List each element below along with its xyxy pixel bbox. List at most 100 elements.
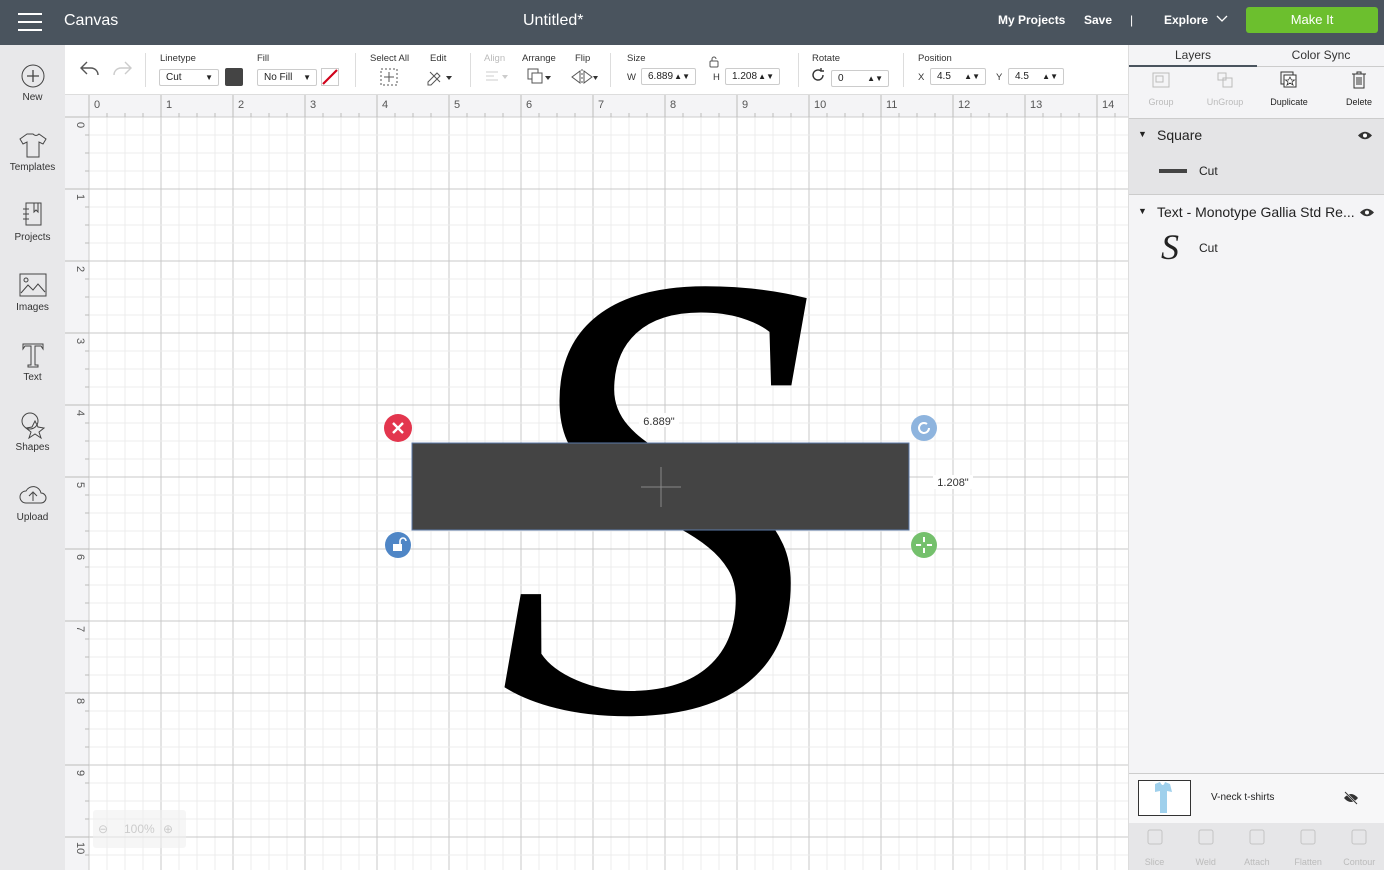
width-input[interactable]: 6.889 ▲▼ [641, 68, 696, 85]
zoom-out-button[interactable]: ⊖ [98, 810, 108, 848]
slice-icon [1147, 829, 1162, 845]
sidebar-item-shapes[interactable]: Shapes [0, 411, 65, 453]
align-label: Align [484, 53, 506, 64]
make-it-button[interactable]: Make It [1246, 7, 1378, 33]
select-all-label: Select All [370, 53, 410, 64]
sidebar-item-text[interactable]: Text [0, 341, 65, 383]
ungroup-button[interactable]: UnGroup [1193, 71, 1257, 107]
text-thumbnail: S [1161, 227, 1179, 267]
flip-icon[interactable] [570, 68, 598, 86]
contour-icon [1351, 829, 1367, 845]
rotate-input[interactable]: 0 ▲▼ [831, 70, 889, 87]
image-icon [19, 273, 46, 297]
zoom-level: 100% [124, 822, 155, 836]
weld-icon [1198, 829, 1214, 845]
eye-icon[interactable] [1359, 207, 1375, 218]
edit-tools-icon[interactable] [426, 68, 454, 86]
collapse-caret-icon[interactable]: ▼ [1138, 206, 1147, 216]
app-name: Canvas [64, 12, 119, 29]
layer-text[interactable]: ▼ Text - Monotype Gallia Std Re... S Cut [1129, 196, 1384, 276]
bottom-toolbar: Slice Weld Attach Flatten Contour [1129, 823, 1384, 870]
sidebar-item-projects[interactable]: Projects [0, 201, 65, 243]
height-readout: 1.208" [937, 477, 969, 489]
cloud-upload-icon [19, 486, 46, 504]
tshirt-icon [18, 133, 47, 158]
arrange-icon[interactable] [527, 68, 553, 86]
zoom-in-button[interactable]: ⊕ [163, 810, 173, 848]
tool-slice-button[interactable]: Slice [1129, 827, 1180, 867]
size-label: Size [627, 53, 646, 64]
fill-label: Fill [257, 53, 270, 64]
redo-icon[interactable] [111, 60, 133, 78]
layer-name: Square [1157, 127, 1203, 143]
text-icon [22, 343, 43, 368]
sidebar-item-templates[interactable]: Templates [0, 131, 65, 173]
delete-handle-icon[interactable] [384, 414, 412, 442]
linetype-label: Linetype [160, 53, 196, 64]
project-title: Untitled* [523, 12, 584, 29]
duplicate-button[interactable]: Duplicate [1257, 71, 1321, 107]
sidebar-item-upload[interactable]: Upload [0, 481, 65, 523]
rotate-handle-icon[interactable] [911, 415, 937, 441]
notebook-icon [22, 202, 41, 226]
no-fill-swatch-icon[interactable] [321, 68, 339, 86]
square-thumbnail [1159, 169, 1187, 173]
shapes-icon [21, 412, 45, 439]
delete-button[interactable]: Delete [1321, 71, 1384, 107]
hamburger-menu-icon[interactable] [18, 13, 42, 31]
tab-color-sync[interactable]: Color Sync [1257, 45, 1384, 67]
tshirt-thumbnail [1138, 780, 1191, 816]
width-readout: 6.889" [643, 416, 675, 428]
template-name: V-neck t-shirts [1211, 792, 1275, 803]
flatten-icon [1300, 829, 1316, 845]
edit-toolbar: Linetype Cut ▼ Fill No Fill ▼ Select All E… [65, 45, 1128, 95]
layer-name: Text - Monotype Gallia Std Re... [1157, 204, 1355, 220]
trash-icon [1352, 71, 1366, 89]
group-icon [1152, 72, 1170, 88]
left-sidebar: New Templates Projects Images Text Shape… [0, 45, 65, 870]
align-icon[interactable] [484, 70, 510, 84]
linetype-color-swatch[interactable] [225, 68, 243, 86]
chevron-down-icon[interactable] [1216, 15, 1228, 23]
top-bar: Canvas Untitled* My Projects Save | Expl… [0, 0, 1384, 45]
divider: | [1130, 13, 1134, 27]
tool-attach-button[interactable]: Attach [1231, 827, 1282, 867]
save-button[interactable]: Save [1084, 13, 1112, 27]
canvas-mat-row[interactable]: V-neck t-shirts [1129, 773, 1384, 823]
tool-flatten-button[interactable]: Flatten [1283, 827, 1334, 867]
flip-label: Flip [575, 53, 591, 64]
arrange-label: Arrange [522, 53, 556, 64]
layer-square[interactable]: ▼ Square Cut [1129, 118, 1384, 195]
plus-circle-icon [21, 64, 44, 88]
lock-aspect-icon[interactable] [707, 55, 721, 69]
position-y-input[interactable]: 4.5 ▲▼ [1008, 68, 1064, 85]
ungroup-icon [1217, 72, 1233, 88]
sidebar-item-images[interactable]: Images [0, 271, 65, 313]
design-canvas[interactable]: 01234567891011121314012345678910 S 6.889… [65, 95, 1128, 870]
canvas-objects: S 6.889" 1.208" [384, 141, 973, 849]
attach-icon [1249, 829, 1265, 845]
layers-panel: Layers Color Sync Group UnGroup Duplicat… [1128, 45, 1384, 870]
collapse-caret-icon[interactable]: ▼ [1138, 129, 1147, 139]
resize-handle-icon[interactable] [911, 532, 937, 558]
rotate-label: Rotate [812, 53, 840, 64]
height-input[interactable]: 1.208 ▲▼ [725, 68, 780, 85]
position-x-input[interactable]: 4.5 ▲▼ [930, 68, 986, 85]
undo-icon[interactable] [79, 60, 101, 78]
sidebar-item-new[interactable]: New [0, 63, 65, 103]
tab-layers[interactable]: Layers [1129, 45, 1257, 67]
edit-label: Edit [430, 53, 447, 64]
unlock-handle-icon[interactable] [385, 532, 411, 558]
zoom-control: ⊖ 100% ⊕ [93, 810, 186, 848]
explore-menu[interactable]: Explore [1164, 13, 1208, 27]
eye-icon[interactable] [1357, 130, 1373, 141]
fill-select[interactable]: No Fill ▼ [257, 69, 317, 86]
eye-hidden-icon[interactable] [1343, 791, 1359, 805]
tool-contour-button[interactable]: Contour [1334, 827, 1384, 867]
linetype-select[interactable]: Cut ▼ [159, 69, 219, 86]
select-all-icon[interactable] [380, 68, 398, 86]
duplicate-icon [1280, 71, 1297, 88]
tool-weld-button[interactable]: Weld [1180, 827, 1231, 867]
my-projects-link[interactable]: My Projects [998, 13, 1065, 27]
group-button[interactable]: Group [1129, 71, 1193, 107]
